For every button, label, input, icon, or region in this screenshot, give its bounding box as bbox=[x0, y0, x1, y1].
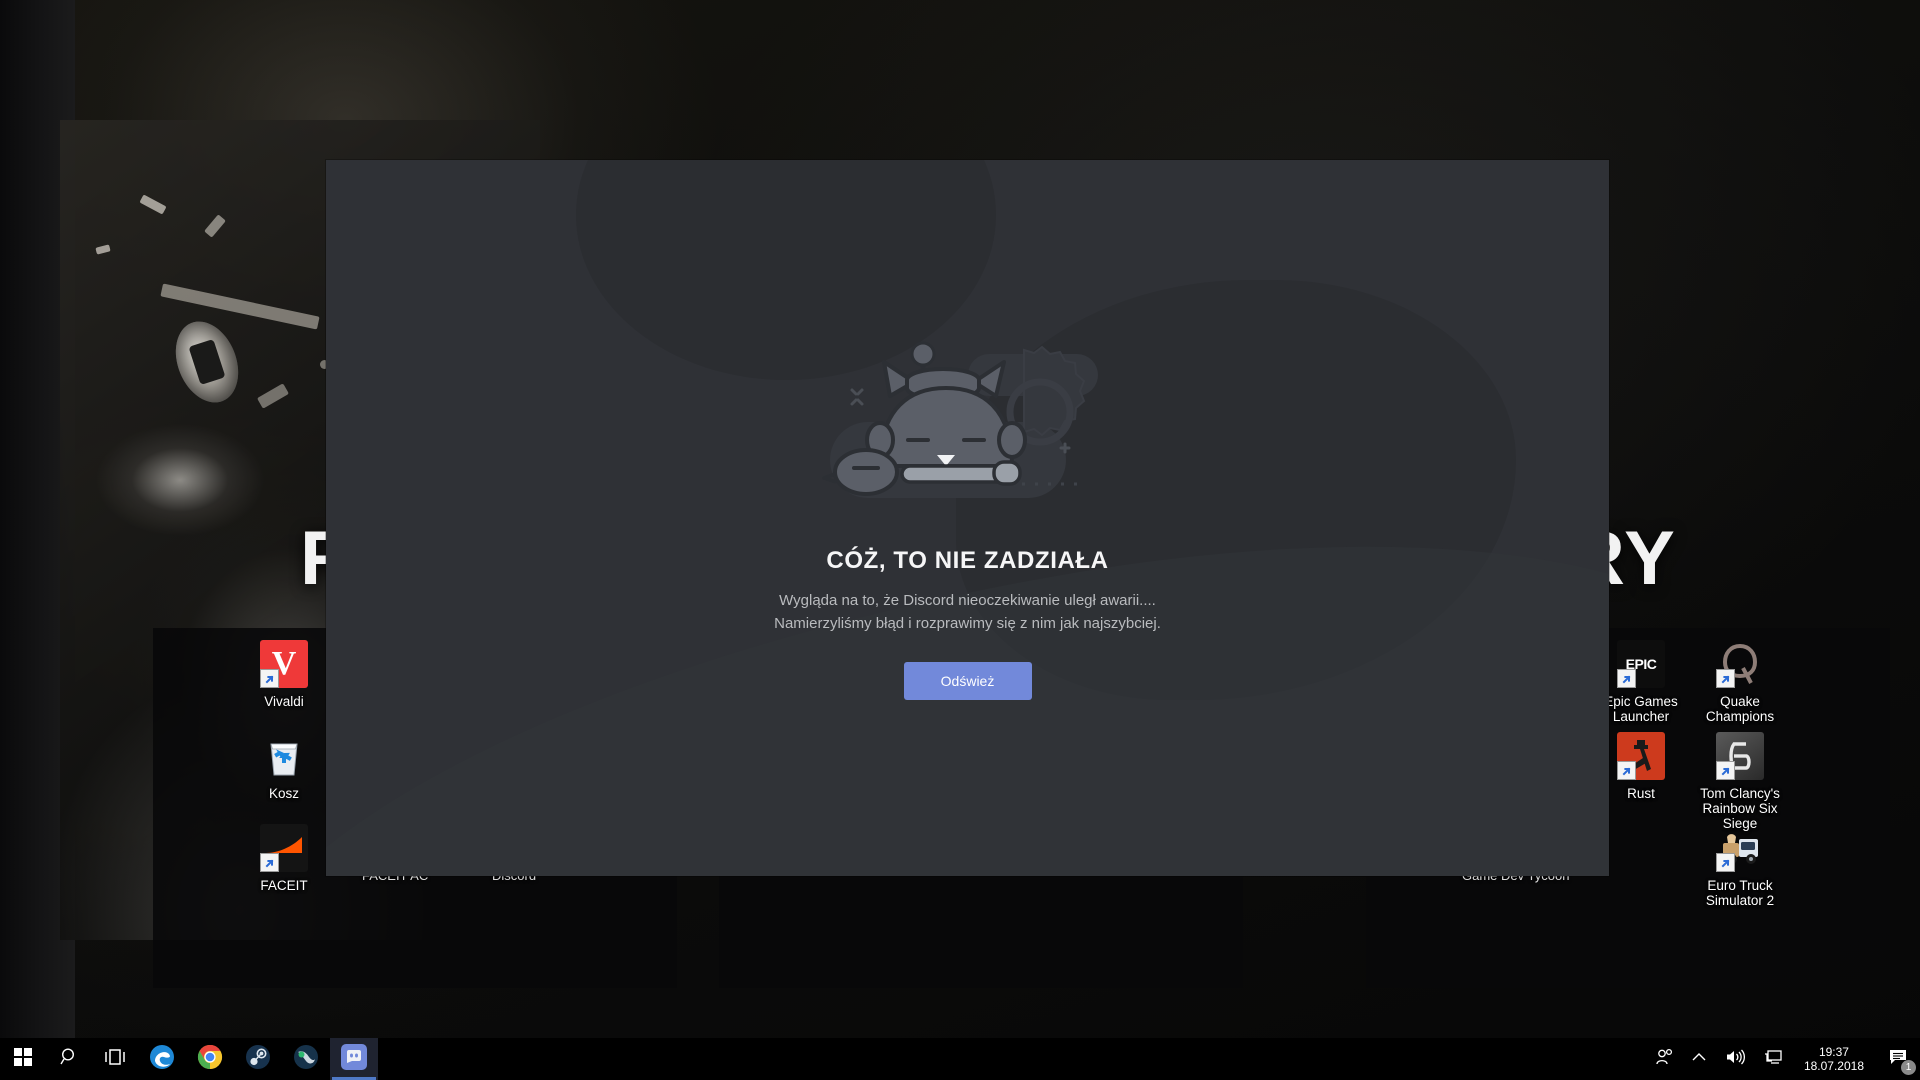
discord-icon bbox=[341, 1043, 367, 1075]
discord-taskbar-button[interactable] bbox=[330, 1038, 378, 1080]
vivaldi-icon bbox=[293, 1044, 319, 1075]
rust-icon bbox=[1617, 732, 1665, 780]
system-tray[interactable]: 19:37 18.07.2018 1 bbox=[1646, 1038, 1920, 1080]
clock-time: 19:37 bbox=[1818, 1045, 1849, 1059]
quake-icon bbox=[1716, 640, 1764, 688]
desktop-icon-label: Vivaldi bbox=[264, 694, 304, 709]
desktop[interactable]: R RY FACEIT AC Discord Game Dev Tycoon V… bbox=[0, 0, 1920, 1060]
shortcut-overlay-icon bbox=[1716, 669, 1735, 688]
speaker-icon bbox=[1725, 1048, 1745, 1071]
crash-message-line-1: Wygląda na to, że Discord nieoczekiwanie… bbox=[779, 592, 1156, 609]
desktop-icon-label: Kosz bbox=[268, 786, 299, 801]
task-view-icon bbox=[104, 1048, 126, 1071]
recycle-bin-icon bbox=[260, 732, 308, 780]
people-icon bbox=[1655, 1048, 1673, 1071]
volume-button[interactable] bbox=[1716, 1038, 1754, 1080]
show-hidden-icons-button[interactable] bbox=[1682, 1038, 1716, 1080]
crash-message-line-2: Namierzyliśmy błąd i rozprawimy się z ni… bbox=[774, 615, 1161, 632]
notification-badge: 1 bbox=[1901, 1060, 1916, 1075]
desktop-icon-quake-champions[interactable]: Quake Champions bbox=[1692, 640, 1788, 724]
search-icon bbox=[59, 1047, 79, 1071]
windows-logo-icon bbox=[14, 1047, 32, 1071]
faceit-icon bbox=[260, 824, 308, 872]
steam-button[interactable] bbox=[234, 1038, 282, 1080]
desktop-icon-label: Euro Truck Simulator 2 bbox=[1705, 878, 1775, 908]
chrome-button[interactable] bbox=[186, 1038, 234, 1080]
start-button[interactable] bbox=[0, 1038, 46, 1080]
desktop-icon-faceit[interactable]: FACEIT bbox=[236, 824, 332, 893]
epic-games-icon: EPIC bbox=[1617, 640, 1665, 688]
monitor-icon bbox=[1763, 1048, 1783, 1071]
desktop-icon-rainbow-six-siege[interactable]: Tom Clancy's Rainbow Six Siege bbox=[1692, 732, 1788, 831]
clock-date: 18.07.2018 bbox=[1803, 1059, 1864, 1073]
chevron-up-icon bbox=[1691, 1049, 1707, 1070]
shortcut-overlay-icon bbox=[1617, 669, 1636, 688]
desktop-icon-label: Quake Champions bbox=[1705, 694, 1775, 724]
people-button[interactable] bbox=[1646, 1038, 1682, 1080]
shortcut-overlay-icon bbox=[1716, 853, 1735, 872]
desktop-icon-euro-truck-simulator-2[interactable]: Euro Truck Simulator 2 bbox=[1692, 824, 1788, 908]
euro-truck-icon bbox=[1716, 824, 1764, 872]
chrome-icon bbox=[197, 1044, 223, 1075]
crash-title: CÓŻ, TO NIE ZADZIAŁA bbox=[826, 547, 1109, 574]
network-button[interactable] bbox=[1754, 1038, 1792, 1080]
shortcut-overlay-icon bbox=[260, 669, 279, 688]
discord-crash-window[interactable]: CÓŻ, TO NIE ZADZIAŁA Wygląda na to, że D… bbox=[326, 160, 1609, 876]
desktop-icon-label: FACEIT bbox=[260, 878, 308, 893]
refresh-button[interactable]: Odśwież bbox=[903, 662, 1032, 700]
action-center-button[interactable]: 1 bbox=[1876, 1038, 1920, 1080]
vivaldi-icon: V bbox=[260, 640, 308, 688]
sleeping-cat-gear-illustration bbox=[818, 326, 1118, 521]
desktop-icon-recycle-bin[interactable]: Kosz bbox=[236, 732, 332, 801]
shortcut-overlay-icon bbox=[1617, 761, 1636, 780]
task-view-button[interactable] bbox=[92, 1038, 138, 1080]
edge-icon bbox=[149, 1044, 175, 1075]
rainbow-six-icon bbox=[1716, 732, 1764, 780]
crash-content: CÓŻ, TO NIE ZADZIAŁA Wygląda na to, że D… bbox=[326, 160, 1609, 876]
shortcut-overlay-icon bbox=[1716, 761, 1735, 780]
steam-icon bbox=[245, 1044, 271, 1075]
edge-button[interactable] bbox=[138, 1038, 186, 1080]
search-button[interactable] bbox=[46, 1038, 92, 1080]
shortcut-overlay-icon bbox=[260, 853, 279, 872]
desktop-icon-vivaldi[interactable]: V Vivaldi bbox=[236, 640, 332, 709]
taskbar[interactable]: 19:37 18.07.2018 1 bbox=[0, 1038, 1920, 1080]
vivaldi-taskbar-button[interactable] bbox=[282, 1038, 330, 1080]
clock[interactable]: 19:37 18.07.2018 bbox=[1792, 1038, 1876, 1080]
